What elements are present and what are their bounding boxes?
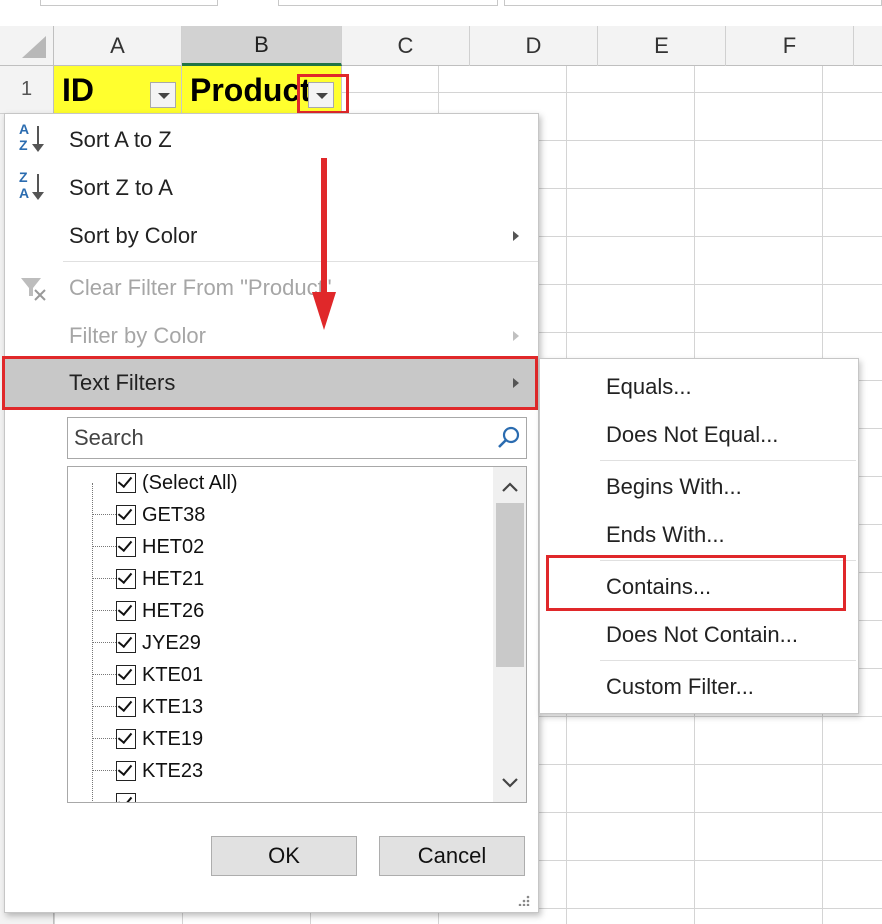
checkbox[interactable] xyxy=(116,537,136,557)
submenu-does-not-contain-label: Does Not Contain... xyxy=(606,622,798,647)
list-item[interactable]: GET38 xyxy=(68,499,488,531)
list-item-label: GET38 xyxy=(142,503,206,526)
checkbox[interactable] xyxy=(116,473,136,493)
submenu-equals-label: Equals... xyxy=(606,374,692,399)
submenu-arrow-icon xyxy=(513,331,519,341)
list-item-label: HET26 xyxy=(142,599,205,622)
dropdown-highlight-box xyxy=(297,74,349,114)
filter-dropdown-a[interactable] xyxy=(150,82,176,108)
column-header-c[interactable]: C xyxy=(342,26,470,66)
list-item[interactable]: KTE01 xyxy=(68,659,488,691)
list-item-label: KTE23 xyxy=(142,759,204,782)
list-item-label: (Select All) xyxy=(142,471,238,494)
checkbox[interactable] xyxy=(116,665,136,685)
checkbox[interactable] xyxy=(116,761,136,781)
cell-b1-text: Product xyxy=(190,71,311,108)
menu-filter-by-color[interactable]: Filter by Color xyxy=(5,312,538,360)
name-box[interactable] xyxy=(40,0,218,6)
formula-bar[interactable] xyxy=(504,0,882,6)
list-item-label: KTE13 xyxy=(142,695,204,718)
menu-clear-filter[interactable]: Clear Filter From "Product" xyxy=(5,264,538,312)
toolbar-box xyxy=(278,0,498,6)
checkbox[interactable] xyxy=(116,601,136,621)
list-item-partial[interactable] xyxy=(68,787,488,802)
menu-sort-z-to-a-label: Sort Z to A xyxy=(69,175,173,200)
chevron-down-icon[interactable] xyxy=(501,777,519,789)
menu-filter-by-color-label: Filter by Color xyxy=(69,323,206,348)
value-list[interactable]: (Select All) GET38 HET02 HET21 HET26 JYE… xyxy=(67,466,527,803)
submenu-begins-with-label: Begins With... xyxy=(606,474,742,499)
checkbox[interactable] xyxy=(116,793,136,802)
checkbox[interactable] xyxy=(116,729,136,749)
scrollbar-thumb[interactable] xyxy=(496,503,524,667)
sort-az-icon: AZ xyxy=(19,120,53,160)
select-all-triangle xyxy=(22,36,46,58)
submenu-separator xyxy=(600,660,856,661)
list-item[interactable]: KTE19 xyxy=(68,723,488,755)
annotation-arrow-icon xyxy=(312,292,336,330)
list-item-label: KTE01 xyxy=(142,663,204,686)
menu-sort-by-color[interactable]: Sort by Color xyxy=(5,212,538,260)
submenu-does-not-equal[interactable]: Does Not Equal... xyxy=(540,411,858,459)
chevron-up-icon[interactable] xyxy=(501,481,519,493)
list-item-label: HET02 xyxy=(142,535,205,558)
column-header-a[interactable]: A xyxy=(54,26,182,66)
list-item[interactable]: HET21 xyxy=(68,563,488,595)
column-header-e[interactable]: E xyxy=(598,26,726,66)
list-item[interactable]: KTE23 xyxy=(68,755,488,787)
clear-filter-icon xyxy=(21,278,46,301)
checkbox[interactable] xyxy=(116,569,136,589)
list-item-label: HET21 xyxy=(142,567,205,590)
checkbox[interactable] xyxy=(116,697,136,717)
row-header-1[interactable]: 1 xyxy=(0,66,54,114)
ok-button[interactable]: OK xyxy=(211,836,357,876)
cell-a1-text: ID xyxy=(62,71,94,108)
menu-sort-a-to-z-label: Sort A to Z xyxy=(69,127,172,152)
submenu-does-not-contain[interactable]: Does Not Contain... xyxy=(540,611,858,659)
menu-clear-filter-label: Clear Filter From "Product" xyxy=(69,275,332,300)
menu-separator xyxy=(63,261,538,262)
search-input[interactable]: Search xyxy=(67,417,527,459)
list-item[interactable]: JYE29 xyxy=(68,627,488,659)
list-item-label: KTE19 xyxy=(142,727,204,750)
column-header-f[interactable]: F xyxy=(726,26,854,66)
resize-grip-icon[interactable] xyxy=(517,894,531,906)
submenu-begins-with[interactable]: Begins With... xyxy=(540,463,858,511)
submenu-ends-with[interactable]: Ends With... xyxy=(540,511,858,559)
menu-sort-by-color-label: Sort by Color xyxy=(69,223,198,248)
submenu-custom-filter[interactable]: Custom Filter... xyxy=(540,663,858,711)
submenu-equals[interactable]: Equals... xyxy=(540,363,858,411)
submenu-arrow-icon xyxy=(513,231,519,241)
search-icon xyxy=(498,426,520,448)
annotation-arrow-shaft xyxy=(321,158,327,298)
list-item-label: JYE29 xyxy=(142,631,201,654)
list-item[interactable]: HET26 xyxy=(68,595,488,627)
submenu-does-not-equal-label: Does Not Equal... xyxy=(606,422,779,447)
text-filters-submenu: Equals... Does Not Equal... Begins With.… xyxy=(539,358,859,714)
column-header-d[interactable]: D xyxy=(470,26,598,66)
checkbox[interactable] xyxy=(116,633,136,653)
list-item[interactable]: (Select All) xyxy=(68,467,488,499)
contains-highlight-box xyxy=(546,555,846,611)
checkbox[interactable] xyxy=(116,505,136,525)
autofilter-menu: AZ Sort A to Z ZA Sort Z to A Sort by Co… xyxy=(4,113,539,913)
submenu-separator xyxy=(600,460,856,461)
menu-sort-a-to-z[interactable]: AZ Sort A to Z xyxy=(5,116,538,164)
list-item[interactable]: KTE13 xyxy=(68,691,488,723)
submenu-ends-with-label: Ends With... xyxy=(606,522,725,547)
cancel-button[interactable]: Cancel xyxy=(379,836,525,876)
text-filters-highlight-box xyxy=(2,356,538,410)
search-placeholder: Search xyxy=(74,425,144,450)
sort-za-icon: ZA xyxy=(19,168,53,208)
submenu-custom-filter-label: Custom Filter... xyxy=(606,674,754,699)
menu-sort-z-to-a[interactable]: ZA Sort Z to A xyxy=(5,164,538,212)
column-header-b[interactable]: B xyxy=(182,26,342,66)
list-item[interactable]: HET02 xyxy=(68,531,488,563)
